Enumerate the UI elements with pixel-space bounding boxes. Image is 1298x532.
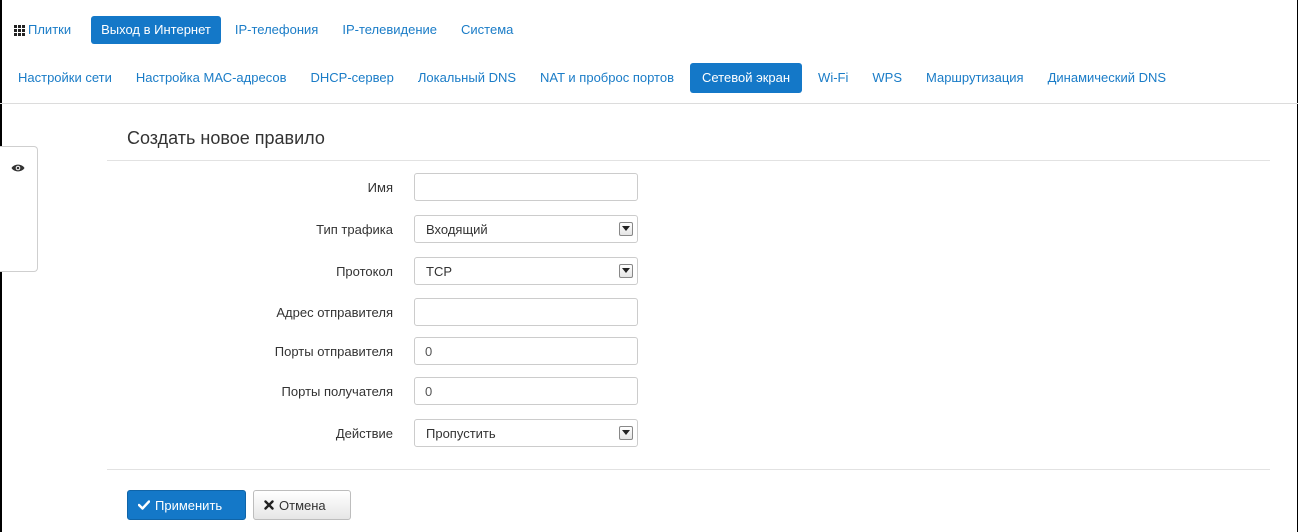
tab-firewall[interactable]: Сетевой экран — [689, 63, 803, 93]
title-divider — [107, 160, 1270, 161]
form-row-source-address: Адрес отправителя — [107, 298, 647, 328]
apply-button[interactable]: Применить — [127, 490, 246, 520]
top-nav-tiles-label: Плитки — [28, 22, 72, 37]
source-address-label: Адрес отправителя — [276, 305, 393, 320]
tab-nat-port-forwarding[interactable]: NAT и проброс портов — [528, 63, 686, 93]
source-address-input[interactable] — [414, 298, 638, 326]
tab-network-settings[interactable]: Настройки сети — [6, 63, 124, 93]
traffic-type-value: Входящий — [426, 222, 488, 237]
form-row-destination-ports: Порты получателя — [107, 377, 647, 407]
form-row-protocol: Протокол TCP — [107, 257, 647, 287]
tab-wifi[interactable]: Wi-Fi — [806, 63, 860, 93]
chevron-down-icon — [619, 264, 633, 278]
page-title: Создать новое правило — [127, 128, 325, 148]
tab-routing[interactable]: Маршрутизация — [914, 63, 1036, 93]
tab-local-dns[interactable]: Локальный DNS — [406, 63, 528, 93]
tab-wps[interactable]: WPS — [860, 63, 914, 93]
tab-dhcp-server[interactable]: DHCP-сервер — [298, 63, 405, 93]
source-ports-label: Порты отправителя — [274, 344, 393, 359]
apply-button-label: Применить — [155, 497, 223, 513]
top-nav-system[interactable]: Система — [451, 16, 523, 44]
sub-nav: Настройки сети Настройка МАС-адресов DHC… — [6, 63, 1178, 93]
top-nav: Плитки Выход в Интернет IP-телефония IP-… — [14, 16, 527, 44]
name-label: Имя — [367, 180, 393, 195]
action-label: Действие — [335, 426, 393, 441]
action-select[interactable]: Пропустить — [414, 419, 638, 447]
protocol-select[interactable]: TCP — [414, 257, 638, 285]
top-nav-internet[interactable]: Выход в Интернет — [91, 16, 221, 44]
traffic-type-label: Тип трафика — [316, 222, 393, 237]
form-row-action: Действие Пропустить — [107, 419, 647, 449]
nav-divider — [0, 103, 1298, 104]
top-nav-ip-telephony[interactable]: IP-телефония — [225, 16, 328, 44]
destination-ports-label: Порты получателя — [281, 384, 393, 399]
checkmark-icon — [138, 500, 150, 510]
name-input[interactable] — [414, 173, 638, 201]
cancel-button-label: Отмена — [279, 497, 326, 513]
close-icon — [264, 500, 274, 510]
protocol-label: Протокол — [336, 264, 393, 279]
tab-dynamic-dns[interactable]: Динамический DNS — [1036, 63, 1178, 93]
chevron-down-icon — [619, 426, 633, 440]
side-panel-toggle[interactable] — [0, 146, 38, 272]
action-value: Пропустить — [426, 426, 496, 441]
tiles-icon — [14, 24, 25, 36]
tab-mac-addresses[interactable]: Настройка МАС-адресов — [124, 63, 299, 93]
traffic-type-select[interactable]: Входящий — [414, 215, 638, 243]
cancel-button[interactable]: Отмена — [253, 490, 351, 520]
chevron-down-icon — [619, 222, 633, 236]
source-ports-input[interactable] — [414, 337, 638, 365]
form-row-name: Имя — [107, 173, 647, 203]
eye-icon — [11, 164, 25, 172]
form-footer-divider — [107, 469, 1270, 470]
protocol-value: TCP — [426, 264, 452, 279]
top-nav-ip-tv[interactable]: IP-телевидение — [332, 16, 447, 44]
form-row-traffic-type: Тип трафика Входящий — [107, 215, 647, 245]
top-nav-tiles[interactable]: Плитки — [14, 16, 81, 44]
form-row-source-ports: Порты отправителя — [107, 337, 647, 367]
destination-ports-input[interactable] — [414, 377, 638, 405]
